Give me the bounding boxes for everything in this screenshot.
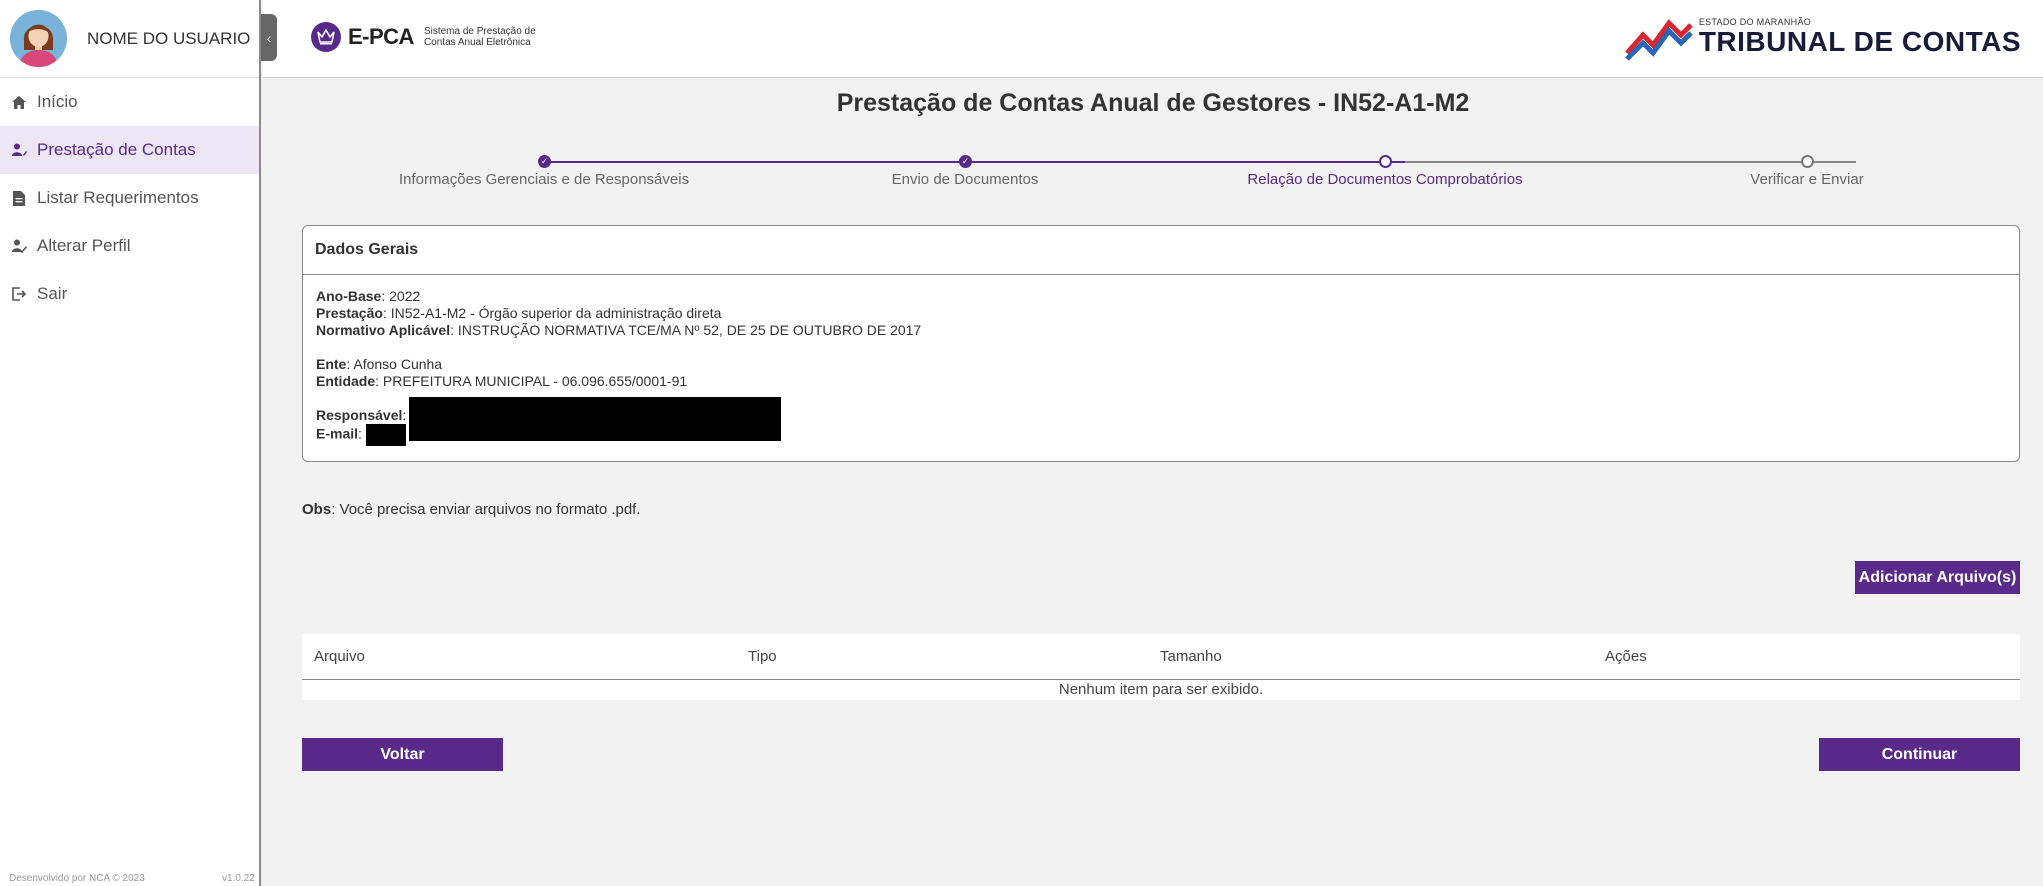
step-3-label[interactable]: Relação de Documentos Comprobatórios [1247, 171, 1522, 188]
main-content: Prestação de Contas Anual de Gestores - … [263, 79, 2043, 886]
continue-button[interactable]: Continuar [1819, 738, 2020, 771]
prestacao-value: IN52-A1-M2 - Órgão superior da administr… [390, 305, 722, 321]
table-empty-message: Nenhum item para ser exibido. [1058, 681, 1264, 698]
sidebar-nav: Início Prestação de Contas Listar Requer… [0, 78, 259, 318]
stepper-line-pending [1405, 161, 1856, 163]
col-tipo: Tipo [748, 648, 777, 665]
step-1-label[interactable]: Informações Gerenciais e de Responsáveis [399, 171, 689, 188]
ano-base-row: Ano-Base: 2022 [316, 288, 421, 304]
card-title: Dados Gerais [303, 226, 2019, 275]
prestacao-label: Prestação [316, 305, 383, 321]
sidebar-item-label: Prestação de Contas [37, 140, 196, 159]
user-box: NOME DO USUARIO [0, 0, 259, 78]
obs-note: Obs: Você precisa enviar arquivos no for… [302, 501, 641, 518]
email-label: E-mail [316, 425, 359, 442]
user-edit-icon [11, 142, 27, 158]
sidebar-item-label: Início [37, 92, 78, 111]
sidebar-item-sair[interactable]: Sair [0, 270, 259, 318]
prestacao-row: Prestação: IN52-A1-M2 - Órgão superior d… [316, 305, 722, 321]
footer-version: v1.0.22 [222, 873, 255, 884]
page-title: Prestação de Contas Anual de Gestores - … [836, 89, 1470, 117]
stepper-line-complete [544, 161, 1405, 163]
obs-label: Obs [302, 501, 332, 518]
sidebar-collapse-button[interactable]: ‹ [261, 14, 277, 61]
obs-text: : Você precisa enviar arquivos no format… [331, 501, 641, 518]
app-subtitle-line-1: Sistema de Prestação de [423, 26, 536, 37]
ente-value: Afonso Cunha [353, 356, 443, 372]
step-1-check-icon: ✓ [538, 155, 551, 168]
col-arquivo: Arquivo [314, 648, 365, 665]
chevron-left-icon: ‹ [266, 29, 272, 46]
redacted-block [409, 397, 781, 441]
normativo-label: Normativo Aplicável [316, 322, 451, 338]
col-acoes: Ações [1605, 648, 1647, 665]
sidebar-item-alterar-perfil[interactable]: Alterar Perfil [0, 222, 259, 270]
step-3-indicator [1379, 155, 1392, 168]
card-body: Ano-Base: 2022 Prestação: IN52-A1-M2 - Ó… [303, 275, 2019, 459]
app-subtitle: Sistema de Prestação de Contas Anual Ele… [424, 26, 554, 48]
app-subtitle-line-2: Contas Anual Eletrônica [423, 37, 531, 48]
ente-row: Ente: Afonso Cunha [316, 356, 443, 372]
step-2-check-icon: ✓ [959, 155, 972, 168]
back-button[interactable]: Voltar [302, 738, 503, 771]
sidebar-item-prestacao[interactable]: Prestação de Contas [0, 126, 259, 174]
sidebar: NOME DO USUARIO Início Prestação de Cont… [0, 0, 261, 886]
normativo-row: Normativo Aplicável: INSTRUÇÃO NORMATIVA… [316, 322, 922, 338]
user-name: NOME DO USUARIO [87, 28, 251, 48]
user-pen-icon [11, 238, 27, 254]
entidade-value: PREFEITURA MUNICIPAL - 06.096.655/0001-9… [382, 373, 688, 389]
sidebar-item-inicio[interactable]: Início [0, 78, 259, 126]
table-header: Arquivo Tipo Tamanho Ações [302, 634, 2020, 680]
responsavel-label: Responsável [316, 407, 403, 423]
logout-icon [11, 286, 27, 302]
ano-base-label: Ano-Base [316, 288, 382, 304]
step-4-label[interactable]: Verificar e Enviar [1750, 171, 1863, 188]
step-4-indicator [1801, 155, 1814, 168]
footer-credit: Desenvolvido por NCA © 2023 [9, 873, 145, 884]
ano-base-value: 2022 [389, 288, 421, 304]
entidade-label: Entidade [316, 373, 376, 389]
org-name: TRIBUNAL DE CONTAS [1698, 26, 2021, 57]
document-icon [11, 190, 27, 206]
sidebar-item-label: Sair [37, 284, 68, 303]
sidebar-item-label: Listar Requerimentos [37, 188, 199, 207]
email-redacted-prefix [365, 424, 406, 446]
normativo-value: INSTRUÇÃO NORMATIVA TCE/MA Nº 52, DE 25 … [457, 322, 922, 338]
sidebar-item-label: Alterar Perfil [37, 236, 131, 255]
responsavel-email-block: Responsável: E-mail: [316, 397, 2006, 446]
tce-logo: ESTADO DO MARANHÃO TRIBUNAL DE CONTAS [1624, 13, 2021, 61]
col-tamanho: Tamanho [1160, 648, 1222, 665]
top-header: E-PCA Sistema de Prestação de Contas Anu… [263, 0, 2043, 78]
crown-icon [311, 22, 341, 52]
add-files-button[interactable]: Adicionar Arquivo(s) [1855, 561, 2020, 594]
avatar[interactable] [10, 10, 67, 67]
epca-logo[interactable]: E-PCA Sistema de Prestação de Contas Anu… [311, 22, 554, 52]
ente-label: Ente [316, 356, 347, 372]
step-2-label[interactable]: Envio de Documentos [892, 171, 1039, 188]
entidade-row: Entidade: PREFEITURA MUNICIPAL - 06.096.… [316, 373, 688, 389]
tce-chart-icon [1624, 19, 1693, 61]
files-table: Arquivo Tipo Tamanho Ações Nenhum item p… [302, 634, 2020, 700]
user-avatar-icon [10, 10, 67, 67]
app-name: E-PCA [348, 24, 414, 49]
dados-gerais-card: Dados Gerais Ano-Base: 2022 Prestação: I… [302, 225, 2020, 462]
home-icon [11, 94, 27, 110]
sidebar-item-listar-requerimentos[interactable]: Listar Requerimentos [0, 174, 259, 222]
tce-text: ESTADO DO MARANHÃO TRIBUNAL DE CONTAS [1699, 17, 2021, 57]
